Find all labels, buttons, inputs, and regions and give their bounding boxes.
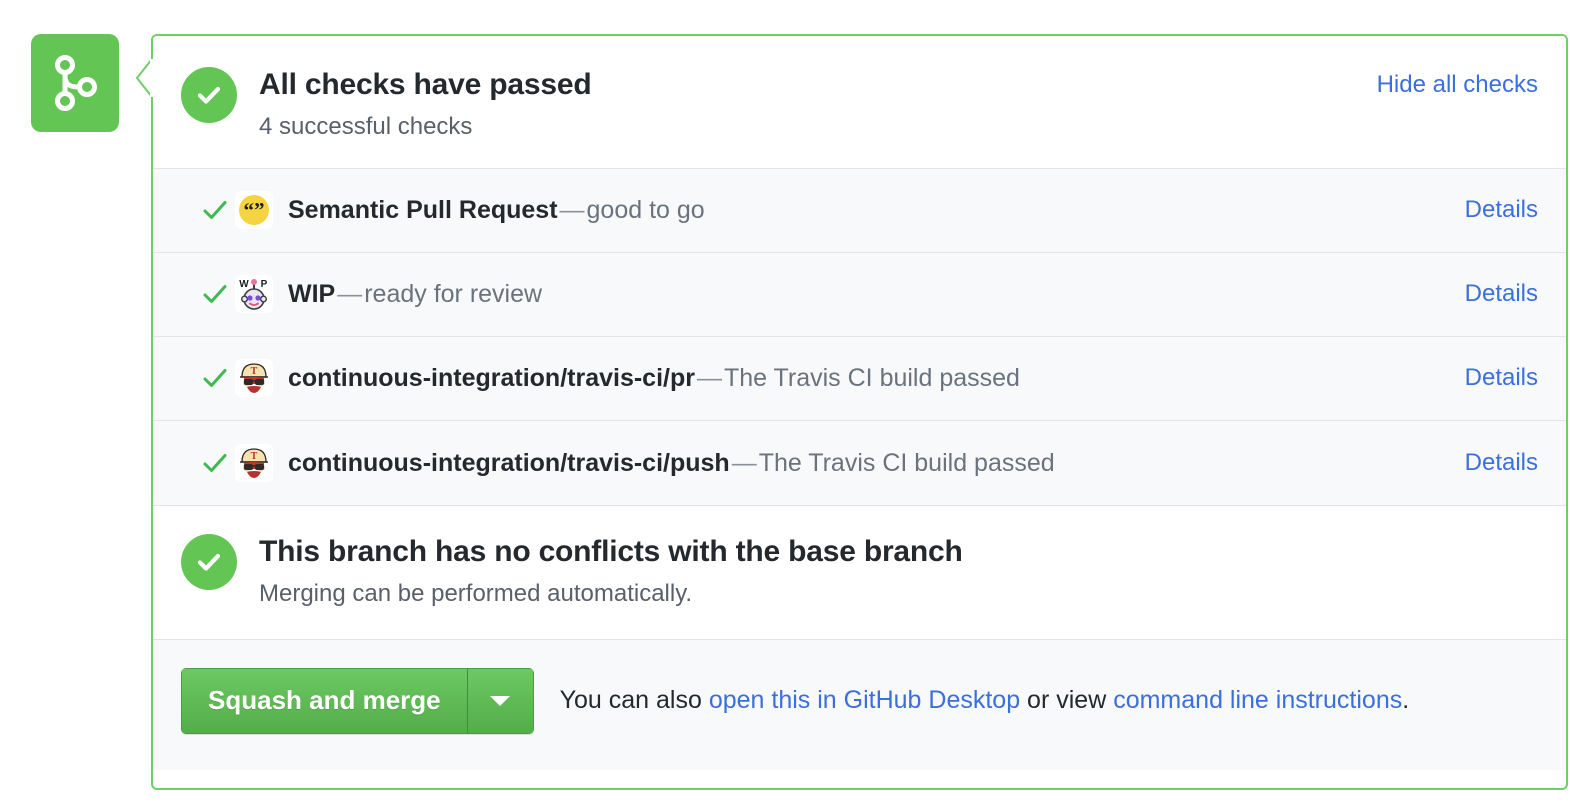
merge-note-suffix: .	[1402, 686, 1409, 714]
wip-robot-avatar: W P	[235, 275, 273, 313]
svg-text:W: W	[239, 279, 249, 290]
check-description: The Travis CI build passed	[759, 449, 1055, 477]
svg-text:T: T	[251, 366, 258, 377]
merge-help-note: You can also open this in GitHub Desktop…	[560, 686, 1410, 715]
checks-summary-subtitle: 4 successful checks	[259, 113, 1377, 142]
check-name: WIP	[288, 280, 335, 308]
check-details-link[interactable]: Details	[1445, 196, 1538, 224]
merge-action-footer: Squash and merge You can also open this …	[153, 639, 1566, 770]
hide-all-checks-link[interactable]: Hide all checks	[1377, 65, 1538, 99]
check-label: continuous-integration/travis-ci/pr—The …	[288, 363, 1445, 393]
check-name: Semantic Pull Request	[288, 196, 558, 224]
command-line-instructions-link[interactable]: command line instructions	[1113, 686, 1402, 714]
branch-conflicts-title: This branch has no conflicts with the ba…	[259, 534, 963, 570]
check-description: The Travis CI build passed	[724, 364, 1020, 392]
check-icon	[181, 449, 235, 477]
check-details-link[interactable]: Details	[1445, 280, 1538, 308]
check-row[interactable]: “” Semantic Pull Request—good to go Deta…	[153, 169, 1566, 253]
pull-request-merge-box-screen: All checks have passed 4 successful chec…	[0, 0, 1570, 812]
check-name: continuous-integration/travis-ci/pr	[288, 364, 695, 392]
check-dash: —	[695, 364, 724, 392]
check-description: ready for review	[364, 280, 542, 308]
merge-method-dropdown-button[interactable]	[468, 668, 534, 734]
squash-and-merge-button[interactable]: Squash and merge	[181, 668, 468, 734]
timeline-merge-badge	[31, 34, 119, 132]
check-icon	[181, 364, 235, 392]
svg-text:“”: “”	[244, 198, 265, 222]
git-merge-icon	[52, 54, 98, 112]
quotation-mark-emoji-avatar: “”	[235, 191, 273, 229]
check-details-link[interactable]: Details	[1445, 449, 1538, 477]
check-row[interactable]: T continuous-integration/travis-ci/pr—Th…	[153, 337, 1566, 421]
open-in-github-desktop-link[interactable]: open this in GitHub Desktop	[709, 686, 1020, 714]
merge-status-box: All checks have passed 4 successful chec…	[151, 34, 1568, 790]
check-circle-icon	[181, 534, 237, 590]
svg-text:P: P	[261, 279, 268, 290]
check-row[interactable]: T continuous-integration/travis-ci/push—…	[153, 421, 1566, 505]
check-row[interactable]: W P WIP—ready for review Details	[153, 253, 1566, 337]
branch-conflicts-subtitle: Merging can be performed automatically.	[259, 580, 963, 609]
check-label: continuous-integration/travis-ci/push—Th…	[288, 448, 1445, 478]
branch-conflicts-section: This branch has no conflicts with the ba…	[153, 505, 1566, 639]
checks-summary-text: All checks have passed 4 successful chec…	[259, 65, 1377, 142]
check-dash: —	[730, 449, 759, 477]
checks-summary-title: All checks have passed	[259, 67, 1377, 103]
check-details-link[interactable]: Details	[1445, 364, 1538, 392]
cut-off-text-sliver	[0, 0, 1570, 8]
checks-list: “” Semantic Pull Request—good to go Deta…	[153, 168, 1566, 505]
chevron-down-icon	[490, 696, 510, 706]
check-circle-icon	[181, 67, 237, 123]
callout-arrow	[135, 58, 153, 98]
check-description: good to go	[587, 196, 705, 224]
merge-note-middle: or view	[1020, 686, 1113, 714]
check-dash: —	[558, 196, 587, 224]
branch-conflicts-text: This branch has no conflicts with the ba…	[259, 532, 963, 609]
check-icon	[181, 280, 235, 308]
check-name: continuous-integration/travis-ci/push	[288, 449, 730, 477]
check-dash: —	[335, 280, 364, 308]
svg-text:T: T	[251, 451, 258, 462]
check-label: Semantic Pull Request—good to go	[288, 195, 1445, 225]
merge-note-prefix: You can also	[560, 686, 709, 714]
travis-ci-mascot-avatar: T	[235, 444, 273, 482]
check-label: WIP—ready for review	[288, 279, 1445, 309]
merge-button-group: Squash and merge	[181, 668, 534, 734]
check-icon	[181, 196, 235, 224]
checks-summary-header: All checks have passed 4 successful chec…	[153, 36, 1566, 168]
travis-ci-mascot-avatar: T	[235, 359, 273, 397]
